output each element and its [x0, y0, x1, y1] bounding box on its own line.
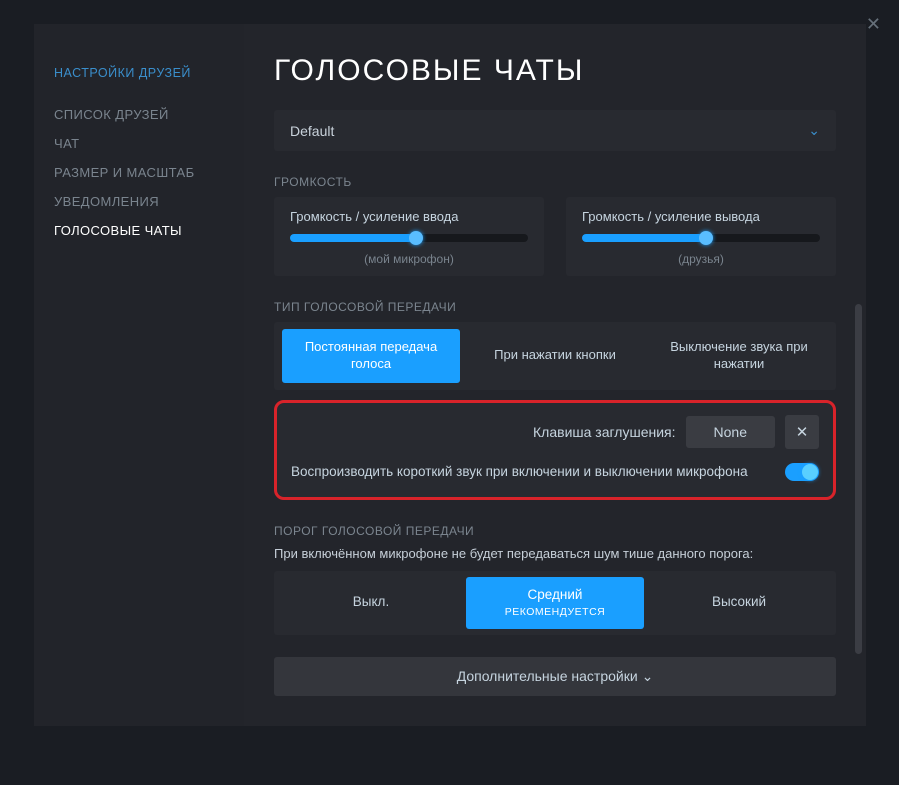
- threshold-description: При включённом микрофоне не будет переда…: [274, 546, 836, 561]
- mute-key-label: Клавиша заглушения:: [533, 424, 676, 440]
- input-volume-slider[interactable]: [290, 234, 528, 242]
- threshold-high[interactable]: Высокий: [650, 577, 828, 629]
- threshold-medium-sub: РЕКОМЕНДУЕТСЯ: [472, 606, 638, 619]
- output-volume-slider[interactable]: [582, 234, 820, 242]
- main-panel: ГОЛОСОВЫЕ ЧАТЫ Default ⌄ ГРОМКОСТЬ Громк…: [244, 24, 866, 726]
- threshold-off-label: Выкл.: [288, 594, 454, 611]
- tab-push-to-mute[interactable]: Выключение звука при нажатии: [650, 329, 828, 383]
- sidebar-item-chat[interactable]: ЧАТ: [54, 129, 244, 158]
- input-volume-sub: (мой микрофон): [290, 252, 528, 266]
- sidebar-item-notifications[interactable]: УВЕДОМЛЕНИЯ: [54, 187, 244, 216]
- chevron-down-icon: ⌄: [808, 122, 820, 139]
- sidebar: НАСТРОЙКИ ДРУЗЕЙ СПИСОК ДРУЗЕЙ ЧАТ РАЗМЕ…: [34, 24, 244, 726]
- scrollbar[interactable]: [855, 304, 862, 654]
- output-volume-box: Громкость / усиление вывода (друзья): [566, 197, 836, 276]
- output-volume-label: Громкость / усиление вывода: [582, 209, 820, 224]
- advanced-settings-button[interactable]: Дополнительные настройки ⌄: [274, 657, 836, 696]
- device-selected: Default: [290, 123, 334, 139]
- threshold-medium-label: Средний: [472, 587, 638, 604]
- sound-toggle-label: Воспроизводить короткий звук при включен…: [291, 463, 748, 481]
- mute-settings-box: Клавиша заглушения: None ✕ Воспроизводит…: [274, 400, 836, 500]
- device-dropdown[interactable]: Default ⌄: [274, 110, 836, 151]
- sidebar-item-size-scale[interactable]: РАЗМЕР И МАСШТАБ: [54, 158, 244, 187]
- page-title: ГОЛОСОВЫЕ ЧАТЫ: [274, 54, 836, 88]
- volume-section-label: ГРОМКОСТЬ: [274, 175, 836, 189]
- close-icon[interactable]: ✕: [866, 14, 881, 35]
- input-volume-box: Громкость / усиление ввода (мой микрофон…: [274, 197, 544, 276]
- sidebar-item-voice-chat[interactable]: ГОЛОСОВЫЕ ЧАТЫ: [54, 216, 244, 245]
- advanced-settings-label: Дополнительные настройки: [457, 668, 638, 684]
- sidebar-title: НАСТРОЙКИ ДРУЗЕЙ: [54, 66, 244, 80]
- threshold-high-label: Высокий: [656, 594, 822, 611]
- threshold-options: Выкл. Средний РЕКОМЕНДУЕТСЯ Высокий: [274, 571, 836, 635]
- threshold-medium[interactable]: Средний РЕКОМЕНДУЕТСЯ: [466, 577, 644, 629]
- settings-window: НАСТРОЙКИ ДРУЗЕЙ СПИСОК ДРУЗЕЙ ЧАТ РАЗМЕ…: [34, 24, 866, 726]
- output-volume-sub: (друзья): [582, 252, 820, 266]
- mute-key-clear-button[interactable]: ✕: [785, 415, 819, 449]
- mute-key-button[interactable]: None: [686, 416, 775, 448]
- tab-open-mic[interactable]: Постоянная передача голоса: [282, 329, 460, 383]
- threshold-section-label: ПОРОГ ГОЛОСОВОЙ ПЕРЕДАЧИ: [274, 524, 836, 538]
- voice-type-tabs: Постоянная передача голоса При нажатии к…: [274, 322, 836, 390]
- input-volume-label: Громкость / усиление ввода: [290, 209, 528, 224]
- sound-toggle[interactable]: [785, 463, 819, 481]
- chevron-down-icon: ⌄: [642, 668, 654, 684]
- sidebar-item-friends-list[interactable]: СПИСОК ДРУЗЕЙ: [54, 100, 244, 129]
- threshold-off[interactable]: Выкл.: [282, 577, 460, 629]
- voice-type-section-label: ТИП ГОЛОСОВОЙ ПЕРЕДАЧИ: [274, 300, 836, 314]
- tab-push-to-talk[interactable]: При нажатии кнопки: [466, 329, 644, 383]
